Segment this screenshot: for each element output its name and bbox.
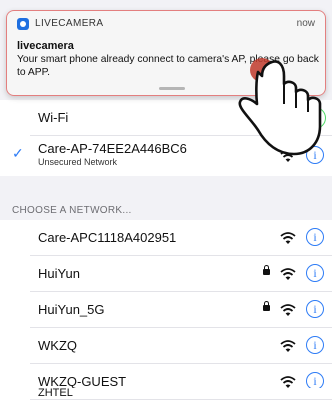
network-row-2[interactable]: HuiYun_5G i [0,292,332,328]
connected-network-ssid: Care-AP-74EE2A446BC6 [38,141,187,156]
info-icon[interactable]: i [306,300,324,318]
wifi-signal-icon [280,268,296,280]
network-ssid: WKZQ-GUEST [38,374,127,389]
network-row-1[interactable]: HuiYun i [0,256,332,292]
lock-icon [263,265,270,275]
wifi-label: Wi-Fi [38,110,69,125]
wifi-signal-icon [280,232,296,244]
lock-icon [263,301,270,311]
network-ssid: ZHTEL [38,388,73,398]
notification-app-name: LIVECAMERA [35,18,104,29]
info-icon[interactable]: i [306,264,324,282]
info-icon[interactable]: i [306,336,324,354]
choose-network-header: CHOOSE A NETWORK... [12,205,132,216]
notification-time: now [296,18,315,29]
tapping-hand-icon [238,58,322,156]
network-row-3[interactable]: WKZQ i [0,328,332,364]
wifi-signal-icon [280,376,296,388]
network-ssid: Care-APC1118A402951 [38,230,177,245]
network-row-5[interactable]: ZHTEL [0,388,332,398]
banner-grabber[interactable] [159,87,185,90]
connected-network-subtitle: Unsecured Network [38,157,118,167]
network-row-0[interactable]: Care-APC1118A402951 i [0,220,332,256]
notification-title: livecamera [17,40,74,52]
wifi-signal-icon [280,340,296,352]
checkmark-icon: ✓ [12,145,24,161]
camera-app-icon [17,18,29,30]
network-ssid: HuiYun [38,266,80,281]
info-icon[interactable]: i [306,228,324,246]
network-ssid: WKZQ [38,338,77,353]
network-ssid: HuiYun_5G [38,302,105,317]
wifi-signal-icon [280,304,296,316]
